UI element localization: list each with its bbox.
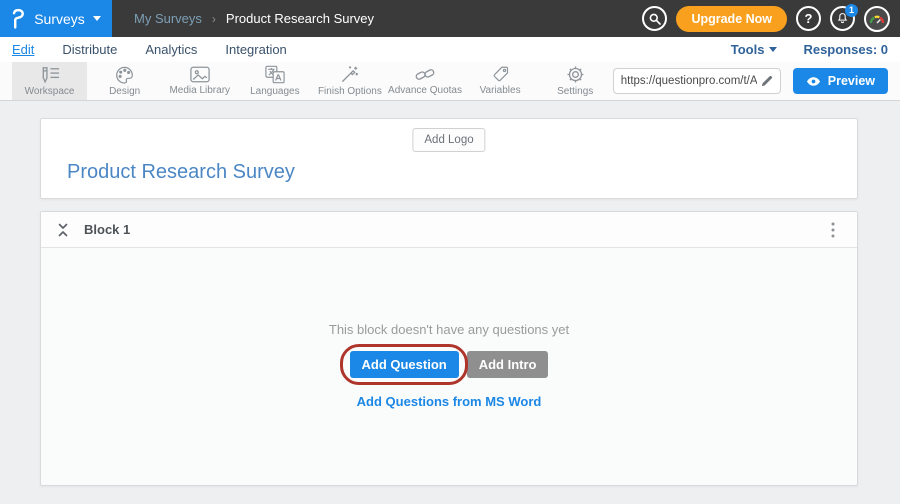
surveys-product-menu[interactable]: Surveys <box>0 0 112 37</box>
toolbar-item-label: Media Library <box>169 86 230 96</box>
preview-button[interactable]: Preview <box>793 68 888 94</box>
tag-icon <box>492 66 509 83</box>
block-body: This block doesn't have any questions ye… <box>41 248 857 485</box>
toolbar-item-label: Design <box>109 87 140 97</box>
notifications-button[interactable]: 1 <box>830 6 855 31</box>
collapse-block-button[interactable] <box>57 223 69 237</box>
add-question-button[interactable]: Add Question <box>350 351 459 378</box>
toolbar-item-label: Advance Quotas <box>388 86 462 96</box>
upgrade-now-button[interactable]: Upgrade Now <box>676 6 787 32</box>
tab-edit[interactable]: Edit <box>12 42 34 57</box>
kebab-menu-icon <box>831 222 835 238</box>
breadcrumb-separator: › <box>212 12 216 26</box>
survey-url-field <box>613 68 781 94</box>
gear-icon <box>566 65 585 84</box>
toolbar-item-design[interactable]: Design <box>87 62 162 100</box>
nav-tabs: Edit Distribute Analytics Integration <box>0 42 287 57</box>
image-icon <box>190 66 210 83</box>
questionpro-logo-icon <box>11 8 26 30</box>
tools-menu[interactable]: Tools <box>731 42 778 57</box>
palette-icon <box>115 66 134 84</box>
search-icon <box>649 13 661 25</box>
nav-right: Tools Responses: 0 <box>731 42 900 57</box>
edit-url-button[interactable] <box>761 75 773 87</box>
add-questions-ms-word-link[interactable]: Add Questions from MS Word <box>357 394 542 409</box>
tab-distribute[interactable]: Distribute <box>62 42 117 57</box>
collapse-icon <box>57 223 69 237</box>
notification-badge: 1 <box>845 4 858 17</box>
header-actions: Upgrade Now ? 1 <box>642 6 900 32</box>
add-intro-button[interactable]: Add Intro <box>467 351 549 378</box>
question-mark-icon: ? <box>805 11 813 26</box>
chain-links-icon <box>415 66 435 83</box>
chevron-down-icon <box>769 47 777 52</box>
chevron-down-icon <box>93 16 101 21</box>
edit-toolbar: Workspace Design Media Library Languages… <box>0 62 900 101</box>
toolbar-item-variables[interactable]: Variables <box>463 62 538 100</box>
toolbar-item-label: Workspace <box>25 87 75 97</box>
tab-analytics[interactable]: Analytics <box>145 42 197 57</box>
toolbar-item-label: Languages <box>250 87 300 97</box>
toolbar-item-label: Finish Options <box>318 87 382 97</box>
search-button[interactable] <box>642 6 667 31</box>
add-logo-button[interactable]: Add Logo <box>412 128 485 152</box>
tab-integration[interactable]: Integration <box>225 42 286 57</box>
toolbar-item-workspace[interactable]: Workspace <box>12 62 87 100</box>
block-actions: Add Question Add Intro <box>350 351 549 378</box>
block-card: Block 1 This block doesn't have any ques… <box>40 211 858 486</box>
responses-count[interactable]: Responses: 0 <box>803 42 888 57</box>
survey-url-input[interactable] <box>621 75 757 87</box>
toolbar-item-advance-quotas[interactable]: Advance Quotas <box>387 62 462 100</box>
magic-wand-icon <box>340 65 359 84</box>
breadcrumb-my-surveys[interactable]: My Surveys <box>134 11 202 26</box>
survey-title[interactable]: Product Research Survey <box>67 161 295 184</box>
toolbar-item-languages[interactable]: Languages <box>237 62 312 100</box>
tools-label: Tools <box>731 42 765 57</box>
product-name: Surveys <box>34 11 85 27</box>
toolbar-item-settings[interactable]: Settings <box>538 62 613 100</box>
survey-nav: Edit Distribute Analytics Integration To… <box>0 37 900 62</box>
toolbar-item-label: Variables <box>480 86 521 96</box>
preview-label: Preview <box>828 74 875 88</box>
toolbar-item-label: Settings <box>557 87 593 97</box>
toolbar-item-finish-options[interactable]: Finish Options <box>312 62 387 100</box>
toolbar-item-media-library[interactable]: Media Library <box>162 62 237 100</box>
account-avatar[interactable] <box>864 6 890 32</box>
block-header: Block 1 <box>41 212 857 248</box>
translate-icon <box>265 65 285 84</box>
block-options-button[interactable] <box>825 218 841 242</box>
workspace-icon <box>39 66 60 84</box>
block-title[interactable]: Block 1 <box>84 222 130 237</box>
eye-icon <box>806 76 821 87</box>
breadcrumb-current-survey: Product Research Survey <box>226 11 374 26</box>
help-button[interactable]: ? <box>796 6 821 31</box>
survey-header-card: Add Logo Product Research Survey <box>40 118 858 199</box>
breadcrumb: My Surveys › Product Research Survey <box>134 11 374 26</box>
top-header: Surveys My Surveys › Product Research Su… <box>0 0 900 37</box>
empty-block-message: This block doesn't have any questions ye… <box>329 322 569 337</box>
gauge-icon <box>869 13 885 25</box>
